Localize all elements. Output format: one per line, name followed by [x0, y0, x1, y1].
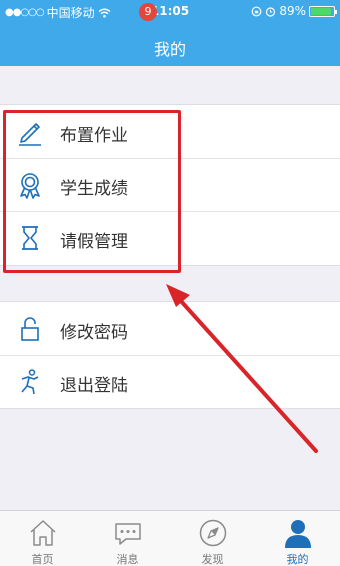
page-title: 我的 [153, 40, 186, 59]
menu-item-label: 修改密码 [60, 323, 128, 343]
compass-icon [199, 519, 226, 547]
tab-me[interactable]: 我的 [255, 511, 340, 566]
menu-item-change-password[interactable]: 修改密码 [0, 302, 340, 355]
message-badge: 9 [139, 3, 157, 21]
tab-bar: 首页 消息 发现 我的 [0, 510, 340, 566]
status-bar: ●●○○○ 中国移动 11:05 89% [0, 4, 340, 20]
person-icon [284, 520, 311, 548]
menu-item-label: 退出登陆 [60, 376, 128, 396]
tab-label: 发现 [201, 553, 224, 566]
alarm-icon [266, 6, 276, 17]
running-person-icon [21, 369, 39, 395]
tab-discover[interactable]: 发现 [170, 511, 255, 566]
unlock-icon [21, 317, 39, 341]
carrier-label: 中国移动 [46, 6, 95, 20]
top-bar: ●●○○○ 中国移动 11:05 89% 我的 [0, 0, 340, 66]
home-icon [29, 520, 56, 546]
tab-messages[interactable]: 消息 [85, 511, 170, 566]
battery-percent: 89% [279, 4, 306, 18]
chat-bubble-icon [114, 523, 141, 545]
rotation-lock-icon [251, 6, 262, 16]
tab-label: 我的 [286, 553, 309, 566]
menu-item-logout[interactable]: 退出登陆 [0, 355, 340, 408]
signal-icon: ●●○○○ [5, 7, 45, 18]
tab-label: 首页 [31, 553, 54, 566]
highlight-box [3, 110, 181, 273]
annotation-arrow [166, 284, 318, 453]
tab-label: 消息 [116, 553, 139, 566]
tab-home[interactable]: 首页 [0, 511, 85, 566]
menu-group-account: 修改密码 退出登陆 [0, 301, 340, 409]
battery-icon [309, 5, 337, 17]
wifi-icon [98, 8, 111, 17]
